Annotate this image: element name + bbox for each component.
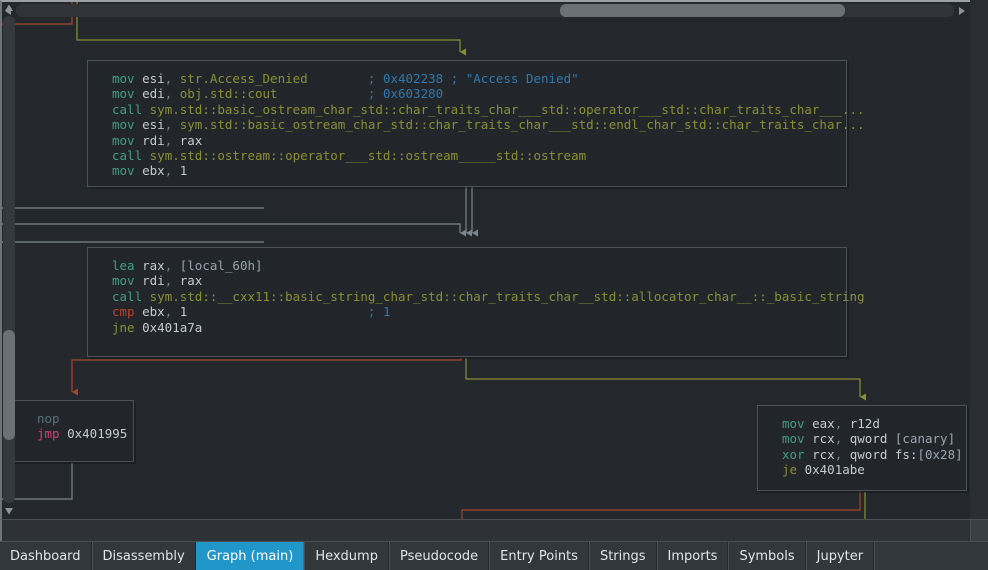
tab-label: Entry Points	[500, 549, 578, 564]
basic-block-access-denied[interactable]: mov esi, str.Access_Denied ; 0x402238 ; …	[87, 60, 865, 187]
disassembly-listing: lea rax, [local_60h] mov rdi, rax call sym…	[112, 258, 865, 335]
horizontal-scrollbar[interactable]	[0, 4, 970, 541]
disassembly-line[interactable]: nop	[37, 411, 133, 426]
mnemonic: lea	[112, 258, 135, 273]
disassembly-line[interactable]: lea rax, [local_60h]	[112, 258, 846, 273]
mnemonic: cmp	[112, 304, 135, 320]
operands: rdi, rax	[142, 273, 203, 289]
scroll-right-arrow-icon[interactable]	[954, 0, 970, 22]
operands: sym.std::__cxx11::basic_string_char_std:…	[149, 288, 865, 304]
disassembly-line[interactable]: jmp 0x401995	[37, 426, 133, 441]
disassembly-line[interactable]: je 0x401abe	[782, 462, 966, 477]
tab-label: Graph (main)	[206, 549, 294, 564]
comment: ; 0x402238	[367, 71, 451, 86]
disassembly-line[interactable]: mov rdi, rax	[112, 273, 846, 288]
tab-jupyter[interactable]: Jupyter	[805, 542, 875, 570]
tab-symbols[interactable]: Symbols	[728, 542, 806, 570]
disassembly-line[interactable]: cmp ebx, 1 ; 1	[112, 304, 846, 319]
tab-bar: Dashboard Disassembly Graph (main) Hexdump P…	[0, 541, 988, 570]
mnemonic: jne	[112, 319, 135, 335]
disassembly-line[interactable]: mov esi, sym.std::basic_ostream_char_std…	[112, 117, 865, 133]
disassembly-line[interactable]: mov esi, str.Access_Denied ; 0x402238 ; …	[112, 71, 846, 86]
tab-label: Jupyter	[816, 549, 864, 564]
basic-block-nop-jmp[interactable]: nop jmp 0x401995	[12, 400, 134, 462]
mnemonic: mov	[112, 86, 135, 102]
mnemonic: mov	[112, 117, 135, 133]
disassembly-line[interactable]: mov rdi, rax	[112, 133, 846, 148]
operands: sym.std::basic_ostream_char_std::char_tr…	[149, 101, 865, 117]
disassembly-line[interactable]: mov eax, r12d	[782, 416, 966, 431]
mnemonic: mov	[112, 273, 135, 289]
operands: 0x401a7a	[142, 319, 203, 335]
scrollbar-corner	[970, 519, 988, 541]
tab-label: Imports	[667, 549, 718, 564]
graph-viewport[interactable]: mov esi, str.Access_Denied ; 0x402238 ; …	[0, 0, 970, 519]
operands: esi, str.Access_Denied	[142, 71, 308, 86]
scroll-down-arrow-icon[interactable]	[0, 503, 18, 519]
operands: ebx, 1	[142, 163, 188, 179]
disassembly-line[interactable]: call sym.std::__cxx11::basic_string_char…	[112, 288, 865, 304]
mnemonic: mov	[112, 132, 135, 148]
disassembly-line[interactable]: xor rcx, qword fs:[0x28]	[782, 447, 966, 462]
disassembly-listing: nop jmp 0x401995	[37, 411, 133, 442]
tab-bar-filler	[874, 542, 988, 570]
operands: rdi, rax	[142, 132, 203, 148]
basic-block-canary-check[interactable]: mov eax, r12d mov rcx, qword [canary] xor …	[757, 405, 967, 491]
tab-label: Hexdump	[315, 549, 378, 564]
tab-entry-points[interactable]: Entry Points	[489, 542, 589, 570]
horizontal-scrollbar-thumb[interactable]	[560, 4, 845, 17]
mnemonic: xor	[782, 446, 805, 462]
tab-strings[interactable]: Strings	[588, 542, 657, 570]
tab-disassembly[interactable]: Disassembly	[91, 542, 196, 570]
operands: 0x401995	[67, 426, 128, 442]
tab-label: Disassembly	[102, 549, 185, 564]
tab-imports[interactable]: Imports	[656, 542, 729, 570]
tab-label: Dashboard	[10, 549, 81, 564]
operands: ebx, 1	[142, 304, 188, 320]
mnemonic: je	[782, 462, 798, 478]
tab-label: Strings	[599, 549, 646, 564]
disassembly-line[interactable]: mov ebx, 1	[112, 163, 846, 178]
disassembly-line[interactable]: mov rcx, qword [canary]	[782, 431, 966, 446]
comment: ; 1	[367, 304, 391, 320]
operands: rax, [local_60h]	[142, 258, 263, 273]
scroll-left-arrow-icon[interactable]	[0, 0, 16, 22]
disassembly-line[interactable]: jne 0x401a7a	[112, 320, 846, 335]
disassembly-listing: mov eax, r12d mov rcx, qword [canary] xor …	[782, 416, 966, 478]
operands: sym.std::ostream::operator___std::ostrea…	[149, 147, 587, 163]
mnemonic: call	[112, 101, 143, 117]
tab-pseudocode[interactable]: Pseudocode	[388, 542, 490, 570]
comment: ; 0x603280	[367, 86, 444, 102]
radare2-graph-window: mov esi, str.Access_Denied ; 0x402238 ; …	[0, 0, 988, 570]
disassembly-line[interactable]: mov edi, obj.std::cout ; 0x603280	[112, 86, 846, 101]
comment-string: ; "Access Denied"	[450, 71, 579, 86]
operands: eax, r12d	[812, 416, 880, 431]
tab-hexdump[interactable]: Hexdump	[304, 542, 389, 570]
operands: esi, sym.std::basic_ostream_char_std::ch…	[142, 117, 865, 133]
disassembly-line[interactable]: call sym.std::basic_ostream_char_std::ch…	[112, 101, 865, 117]
tab-label: Symbols	[739, 549, 795, 564]
operands: rcx, qword [canary]	[812, 431, 956, 447]
vertical-scrollbar-thumb[interactable]	[3, 330, 15, 440]
mnemonic: mov	[782, 431, 805, 447]
mnemonic: mov	[782, 416, 805, 431]
mnemonic: call	[112, 147, 143, 163]
mnemonic: nop	[37, 411, 60, 426]
operands: edi, obj.std::cout	[142, 86, 278, 102]
disassembly-line[interactable]: call sym.std::ostream::operator___std::o…	[112, 148, 846, 163]
operands: rcx, qword fs:[0x28]	[812, 446, 963, 462]
mnemonic: mov	[112, 71, 135, 86]
mnemonic: jmp	[37, 426, 60, 442]
operands: 0x401abe	[804, 462, 865, 478]
mnemonic: call	[112, 288, 143, 304]
disassembly-listing: mov esi, str.Access_Denied ; 0x402238 ; …	[112, 71, 865, 179]
tab-label: Pseudocode	[399, 549, 479, 564]
tab-graph-main[interactable]: Graph (main)	[195, 542, 305, 570]
mnemonic: mov	[112, 163, 135, 179]
basic-block-basic-string[interactable]: lea rax, [local_60h] mov rdi, rax call sym…	[87, 247, 865, 357]
tab-dashboard[interactable]: Dashboard	[0, 542, 92, 570]
